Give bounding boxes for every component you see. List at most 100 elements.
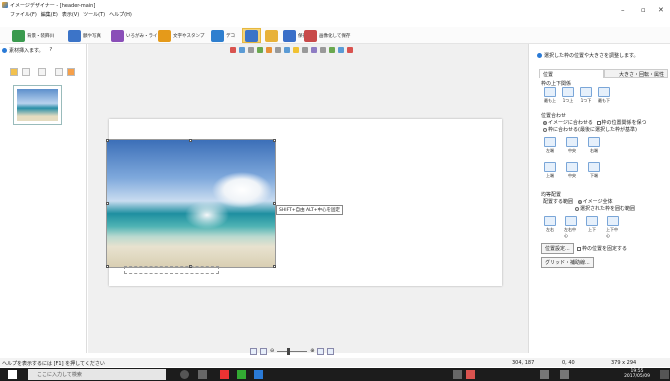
distribute-v-icon (586, 216, 598, 226)
notification-icon[interactable] (660, 370, 669, 379)
resize-handle-tl[interactable] (106, 139, 109, 142)
zoom-out-icon[interactable]: ⊖ (270, 348, 274, 354)
taskbar-search-box[interactable]: ここに入力して検索 (28, 369, 166, 380)
layer-icon[interactable] (311, 47, 317, 53)
grid-view-icon[interactable] (55, 68, 63, 76)
selected-photo-frame[interactable] (106, 139, 276, 268)
chrome-icon[interactable] (220, 370, 229, 379)
resize-handle-tr[interactable] (273, 139, 276, 142)
align-left-button[interactable]: 左端 (543, 137, 557, 154)
group-icon[interactable] (302, 47, 308, 53)
paste-icon[interactable] (266, 47, 272, 53)
mic-icon[interactable] (180, 370, 189, 379)
crop-icon[interactable] (320, 47, 326, 53)
network-icon[interactable] (540, 370, 549, 379)
add-material-icon[interactable] (67, 68, 75, 76)
actual-size-icon[interactable] (260, 347, 267, 355)
image-insert-button[interactable] (242, 28, 261, 43)
distribute-section-title: 均等配置 (541, 192, 562, 198)
align-right-icon (588, 137, 600, 147)
align-right-button[interactable]: 右端 (587, 137, 601, 154)
fit-page-icon[interactable] (250, 347, 257, 355)
align-center-h-button[interactable]: 中央 (565, 137, 579, 154)
send-backward-button[interactable]: 1つ下 (579, 87, 593, 104)
resize-handle-br[interactable] (273, 265, 276, 268)
text-placeholder-frame[interactable] (124, 266, 219, 274)
align-to-frame-radio[interactable] (543, 127, 547, 132)
distribute-buttons: 左右 左右中心 上下 上下中心 (543, 216, 620, 239)
copy-icon[interactable] (257, 47, 263, 53)
menu-edit[interactable]: 編集(E) (41, 11, 58, 18)
cut-icon[interactable] (248, 47, 254, 53)
tab-position[interactable]: 位置 (539, 69, 604, 78)
menu-view[interactable]: 表示(V) (62, 11, 79, 18)
order-buttons: 最も上 1つ上 1つ下 最も下 (543, 87, 611, 104)
ribbon-icon (111, 29, 124, 42)
image-designer-task-icon[interactable] (254, 370, 263, 379)
zoom-slider[interactable] (277, 347, 308, 355)
app-green-icon[interactable] (237, 370, 246, 379)
zoom-in-icon[interactable]: ⊕ (310, 348, 314, 354)
frame-photo-button[interactable]: 額や写真 (68, 28, 101, 43)
distribute-v-button[interactable]: 上下 (585, 216, 599, 239)
tray-app-icon[interactable] (466, 370, 475, 379)
open-folder-button[interactable] (265, 28, 280, 43)
rotate-icon[interactable] (293, 47, 299, 53)
bring-forward-button[interactable]: 1つ上 (561, 87, 575, 104)
range-selected-frames-radio[interactable] (575, 206, 579, 211)
align-top-button[interactable]: 上端 (543, 162, 557, 179)
align-to-image-radio[interactable] (543, 120, 547, 125)
status-bar: ヘルプを表示するには [F1] を押してください 304, 187 0, 40 … (0, 358, 670, 367)
align-buttons-row1: 左端 中央 右端 (543, 137, 601, 154)
range-whole-image-radio[interactable] (577, 199, 582, 204)
distribute-h-center-button[interactable]: 左右中心 (564, 216, 578, 239)
align-bottom-icon (588, 162, 600, 172)
send-to-back-button[interactable]: 最も下 (597, 87, 611, 104)
volume-icon[interactable] (560, 370, 569, 379)
help-button[interactable]: ? (50, 47, 53, 53)
stamp-icon[interactable] (347, 47, 353, 53)
material-panel-header: 素材挿入ます。 ? (2, 46, 84, 54)
resize-handle-t[interactable] (189, 139, 192, 142)
position-settings-button[interactable]: 位置設定... (541, 243, 574, 254)
effect-icon[interactable] (329, 47, 335, 53)
undo-icon[interactable] (230, 47, 236, 53)
ime-icon[interactable] (453, 370, 462, 379)
save-material-icon[interactable] (38, 68, 46, 76)
list-view-icon[interactable] (22, 68, 30, 76)
menu-file[interactable]: ファイル(F) (10, 11, 37, 18)
distribute-h-button[interactable]: 左右 (543, 216, 557, 239)
background-decor-button[interactable]: 背景・装飾(I) (12, 28, 54, 43)
photo-frame-icon (68, 29, 81, 42)
delete-icon[interactable] (275, 47, 281, 53)
brush-icon[interactable] (338, 47, 344, 53)
fix-position-checkbox[interactable] (577, 246, 581, 251)
task-view-icon[interactable] (198, 370, 207, 379)
tab-size-rotate[interactable]: 大きさ・回転・属性 (603, 69, 668, 78)
resize-handle-bl[interactable] (106, 265, 109, 268)
folder-icon[interactable] (10, 68, 18, 76)
align-center-v-button[interactable]: 中央 (565, 162, 579, 179)
keep-relation-checkbox[interactable] (596, 120, 601, 125)
menu-tools[interactable]: ツール(T) (83, 11, 105, 18)
resize-handle-l[interactable] (106, 202, 109, 205)
export-image-button[interactable]: 画像化して保存 (304, 28, 350, 43)
taskbar-clock[interactable]: 19:55 2017/05/09 (624, 369, 650, 379)
colored-line-button[interactable]: いろがみ・ライン (111, 28, 162, 43)
align-bottom-button[interactable]: 下端 (587, 162, 601, 179)
bring-to-front-button[interactable]: 最も上 (543, 87, 557, 104)
text-stamp-button[interactable]: 文字やスタンプ (158, 28, 204, 43)
multi-page-icon[interactable] (327, 347, 335, 355)
info-dot-icon (2, 47, 7, 53)
material-thumbnail[interactable] (13, 85, 62, 125)
single-page-icon[interactable] (317, 347, 325, 355)
property-panel: 選択した枠の位置や大きさを調整します。 位置 大きさ・回転・属性 枠の上下関係 … (528, 44, 670, 353)
grid-guides-button[interactable]: グリッド・補助線... (541, 257, 594, 268)
windows-start-icon[interactable] (8, 370, 17, 379)
redo-icon[interactable] (239, 47, 245, 53)
flip-icon[interactable] (284, 47, 290, 53)
deco-button[interactable]: デコ (211, 28, 235, 43)
menu-help[interactable]: ヘルプ(H) (109, 11, 132, 18)
zoom-slider-knob[interactable] (287, 347, 291, 355)
distribute-v-center-button[interactable]: 上下中心 (606, 216, 620, 239)
